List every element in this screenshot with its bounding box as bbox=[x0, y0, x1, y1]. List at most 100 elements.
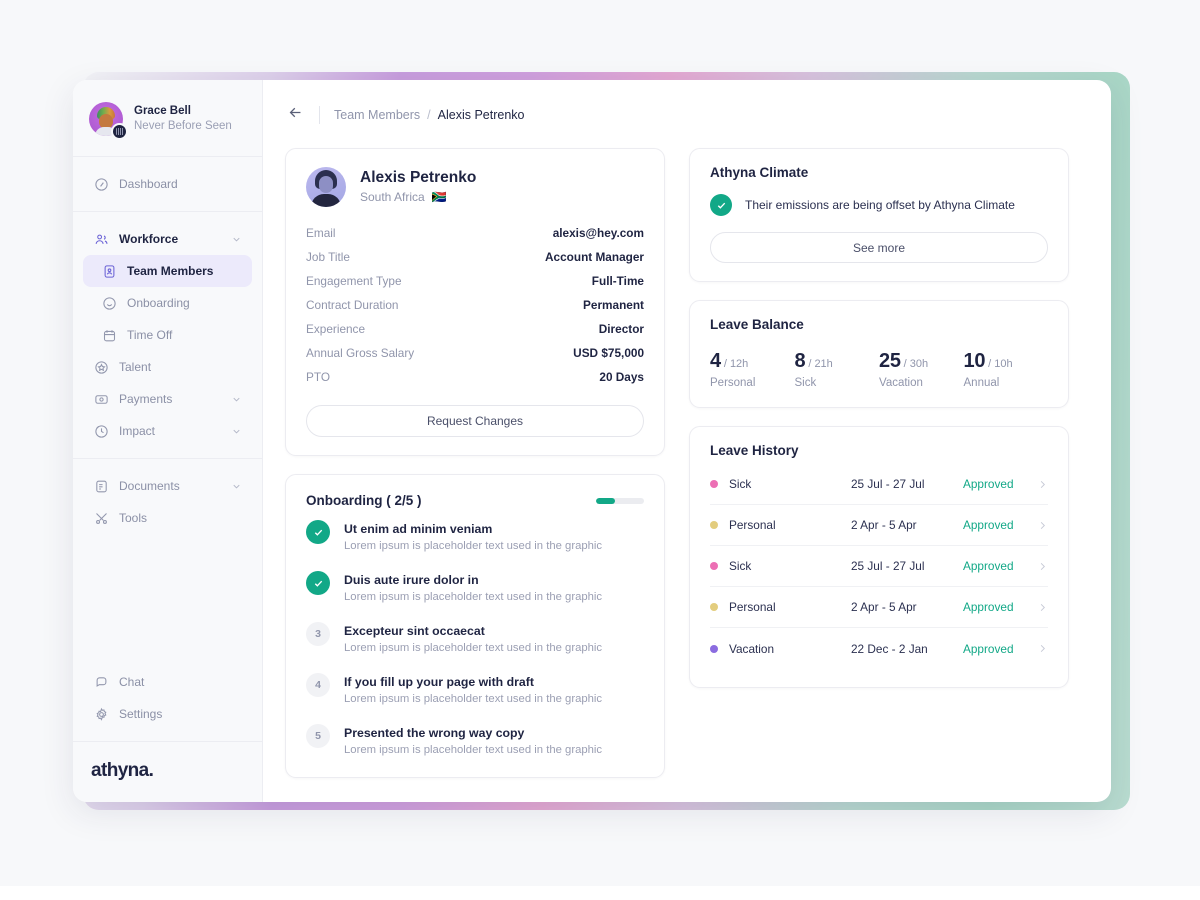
step-description: Lorem ipsum is placeholder text used in … bbox=[344, 642, 603, 654]
sidebar-item-team-members[interactable]: Team Members bbox=[83, 255, 252, 287]
step-description: Lorem ipsum is placeholder text used in … bbox=[344, 693, 603, 705]
field-key: Annual Gross Salary bbox=[306, 346, 415, 360]
leave-history-body: Leave History Sick 25 Jul - 27 Jul Appro… bbox=[690, 427, 1068, 687]
table-row[interactable]: Sick 25 Jul - 27 Jul Approved bbox=[710, 546, 1048, 587]
sidebar-item-documents[interactable]: Documents bbox=[83, 470, 252, 502]
onboarding-progress-bar bbox=[596, 497, 644, 504]
smiley-icon bbox=[101, 295, 117, 311]
onboarding-steps: Ut enim ad minim veniam Lorem ipsum is p… bbox=[286, 516, 664, 777]
step-title: Ut enim ad minim veniam bbox=[344, 522, 493, 536]
leave-balance-items: 4 / 12h Personal 8 / 21h Sick 25 / 30h V… bbox=[710, 350, 1048, 389]
sidebar-logo: athyna. bbox=[73, 741, 262, 802]
people-icon bbox=[93, 231, 109, 247]
balance-label: Vacation bbox=[879, 377, 923, 389]
sidebar-item-label: Talent bbox=[119, 360, 152, 374]
sidebar-item-payments[interactable]: Payments bbox=[83, 383, 252, 415]
step-number: 3 bbox=[306, 622, 330, 646]
balance-total: / 12h bbox=[723, 358, 749, 370]
calendar-icon bbox=[101, 327, 117, 343]
sidebar-item-workforce[interactable]: Workforce bbox=[83, 223, 252, 255]
field-key: Email bbox=[306, 226, 336, 240]
impact-icon bbox=[93, 423, 109, 439]
sidebar-item-label: Documents bbox=[119, 479, 180, 493]
chevron-down-icon[interactable] bbox=[231, 394, 242, 405]
sidebar-user-name: Grace Bell bbox=[134, 105, 191, 117]
climate-title: Athyna Climate bbox=[710, 165, 809, 180]
leave-type-dot bbox=[710, 562, 718, 570]
logo-text: athyna bbox=[91, 760, 149, 781]
onboarding-step[interactable]: 4 If you fill up your page with draft Lo… bbox=[306, 673, 644, 724]
profile-field-row: Annual Gross Salary USD $75,000 bbox=[306, 341, 644, 365]
bottom-strip bbox=[0, 886, 1200, 900]
athyna-climate-card: Athyna Climate Their emissions are being… bbox=[689, 148, 1069, 282]
leave-dates: 25 Jul - 27 Jul bbox=[851, 559, 925, 573]
nav-group-footer: Chat Settings bbox=[73, 655, 262, 741]
table-row[interactable]: Vacation 22 Dec - 2 Jan Approved bbox=[710, 628, 1048, 669]
step-title: Excepteur sint occaecat bbox=[344, 624, 485, 638]
sidebar-item-label: Impact bbox=[119, 424, 156, 438]
sidebar-item-label: Workforce bbox=[119, 232, 179, 246]
content-columns: Alexis Petrenko South Africa 🇿🇦 Email al… bbox=[263, 138, 1111, 802]
field-value: USD $75,000 bbox=[573, 346, 644, 360]
see-more-button[interactable]: See more bbox=[710, 232, 1048, 263]
onboarding-step[interactable]: 5 Presented the wrong way copy Lorem ips… bbox=[306, 724, 644, 759]
sidebar-item-dashboard[interactable]: Dashboard bbox=[83, 168, 252, 200]
chevron-right-icon[interactable] bbox=[1036, 520, 1048, 531]
leave-balance-body: Leave Balance 4 / 12h Personal 8 / 21h S… bbox=[690, 301, 1068, 407]
step-text: Excepteur sint occaecat Lorem ipsum is p… bbox=[344, 622, 602, 657]
leave-type: Personal bbox=[729, 518, 776, 532]
step-marker: 3 bbox=[306, 622, 330, 646]
sidebar-item-time-off[interactable]: Time Off bbox=[83, 319, 252, 351]
sidebar-item-onboarding[interactable]: Onboarding bbox=[83, 287, 252, 319]
sidebar-item-settings[interactable]: Settings bbox=[83, 698, 252, 730]
check-icon bbox=[306, 571, 330, 595]
sidebar-item-impact[interactable]: Impact bbox=[83, 415, 252, 447]
logo-dot: . bbox=[148, 760, 154, 781]
table-row[interactable]: Personal 2 Apr - 5 Apr Approved bbox=[710, 505, 1048, 546]
request-changes-button[interactable]: Request Changes bbox=[306, 405, 644, 437]
sidebar-item-tools[interactable]: Tools bbox=[83, 502, 252, 534]
chevron-right-icon[interactable] bbox=[1036, 561, 1048, 572]
chevron-down-icon[interactable] bbox=[231, 426, 242, 437]
breadcrumb-parent[interactable]: Team Members bbox=[334, 108, 420, 122]
nav-group-primary: Dashboard bbox=[73, 157, 262, 211]
profile-header: Alexis Petrenko South Africa 🇿🇦 bbox=[286, 149, 664, 209]
balance-value: 25 bbox=[879, 350, 901, 372]
table-row[interactable]: Personal 2 Apr - 5 Apr Approved bbox=[710, 587, 1048, 628]
leave-type-dot bbox=[710, 603, 718, 611]
field-value: Account Manager bbox=[545, 250, 644, 264]
progress-fill bbox=[596, 497, 616, 504]
leave-dates: 2 Apr - 5 Apr bbox=[851, 600, 917, 614]
sidebar-item-label: Settings bbox=[119, 707, 163, 721]
app-window-shell: Grace Bell Never Before Seen Dashboard W… bbox=[73, 72, 1130, 810]
chevron-right-icon[interactable] bbox=[1036, 479, 1048, 490]
chevron-down-icon[interactable] bbox=[231, 234, 242, 245]
leave-type: Sick bbox=[729, 559, 752, 573]
balance-total: / 21h bbox=[808, 358, 833, 370]
screenshot-root: Grace Bell Never Before Seen Dashboard W… bbox=[0, 0, 1200, 900]
field-key: Job Title bbox=[306, 250, 350, 264]
chevron-right-icon[interactable] bbox=[1036, 643, 1048, 654]
sidebar-item-label: Time Off bbox=[127, 328, 173, 342]
step-marker bbox=[306, 571, 330, 595]
leave-balance-item: 4 / 12h Personal bbox=[710, 350, 795, 389]
back-button[interactable] bbox=[285, 105, 305, 125]
chevron-right-icon[interactable] bbox=[1036, 602, 1048, 613]
leave-type-dot bbox=[710, 480, 718, 488]
onboarding-step[interactable]: Duis aute irure dolor in Lorem ipsum is … bbox=[306, 571, 644, 622]
step-title: Duis aute irure dolor in bbox=[344, 573, 479, 587]
sidebar-user-block[interactable]: Grace Bell Never Before Seen bbox=[73, 80, 262, 157]
step-text: Ut enim ad minim veniam Lorem ipsum is p… bbox=[344, 520, 602, 555]
status-badge: Approved bbox=[963, 518, 1014, 532]
chevron-down-icon[interactable] bbox=[231, 481, 242, 492]
onboarding-step[interactable]: 3 Excepteur sint occaecat Lorem ipsum is… bbox=[306, 622, 644, 673]
onboarding-step[interactable]: Ut enim ad minim veniam Lorem ipsum is p… bbox=[306, 520, 644, 571]
sidebar-item-chat[interactable]: Chat bbox=[83, 666, 252, 698]
table-row[interactable]: Sick 25 Jul - 27 Jul Approved bbox=[710, 464, 1048, 505]
sidebar-item-talent[interactable]: Talent bbox=[83, 351, 252, 383]
leave-history-card: Leave History Sick 25 Jul - 27 Jul Appro… bbox=[689, 426, 1069, 688]
status-badge: Approved bbox=[963, 477, 1014, 491]
step-description: Lorem ipsum is placeholder text used in … bbox=[344, 540, 603, 552]
sidebar-item-label: Chat bbox=[119, 675, 145, 689]
sidebar-item-label: Payments bbox=[119, 392, 173, 406]
